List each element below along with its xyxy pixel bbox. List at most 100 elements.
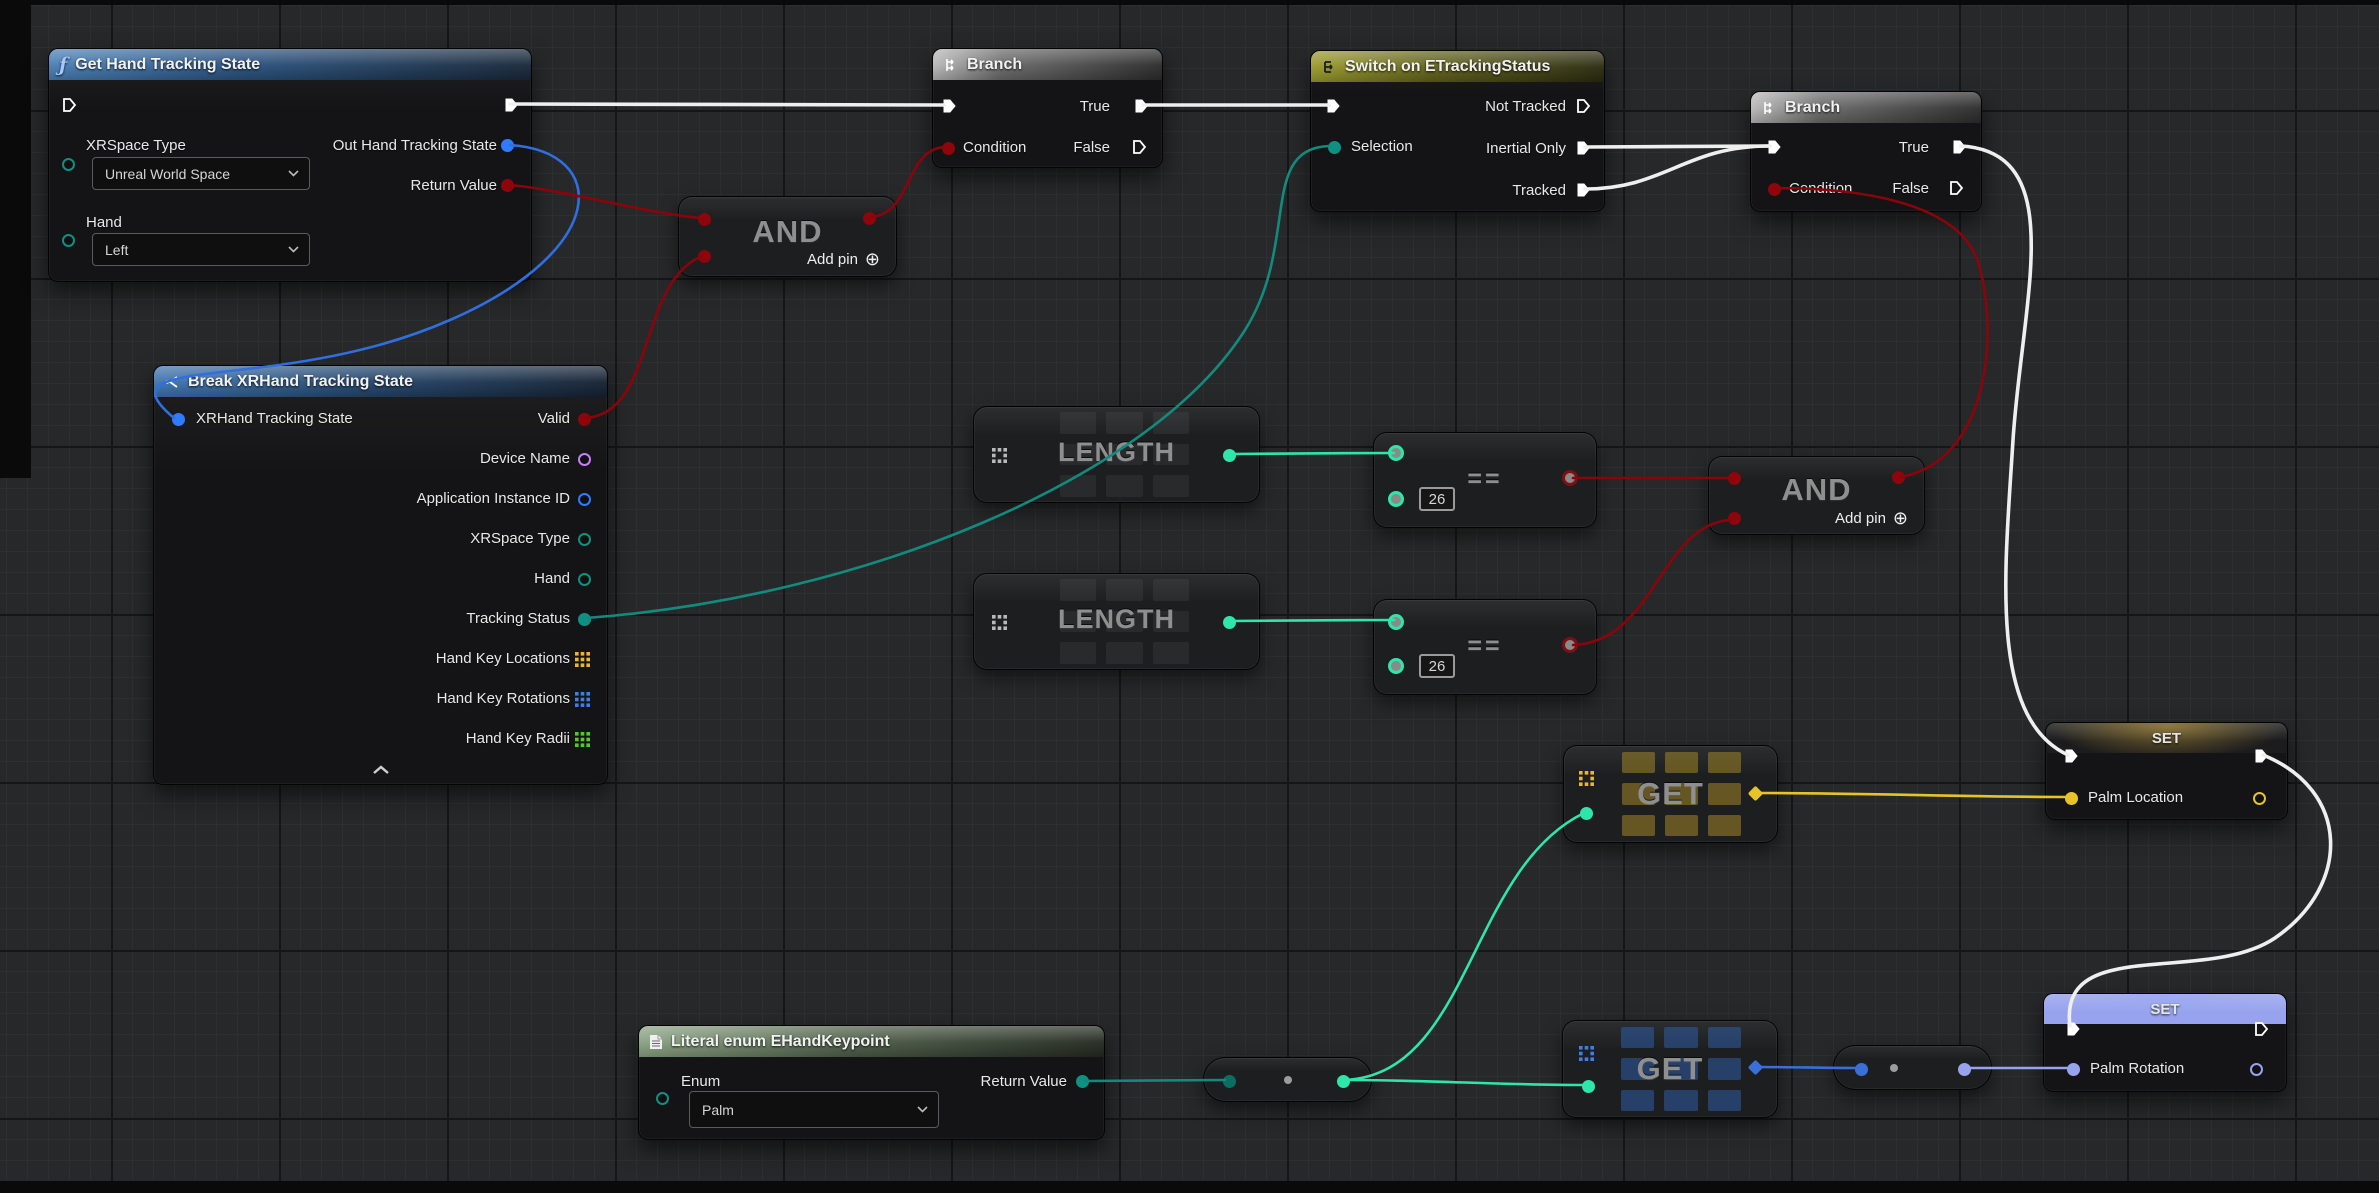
exec-out-pin[interactable]: [2253, 1021, 2269, 1042]
collapse-chevron-icon[interactable]: [372, 762, 390, 780]
condition-pin[interactable]: [942, 142, 955, 155]
palm-rotation-input-pin[interactable]: [2067, 1063, 2080, 1076]
node-conversion-enum-to-byte[interactable]: [1203, 1057, 1372, 1102]
equals-output-pin[interactable]: [1562, 470, 1578, 486]
enum-input-pin[interactable]: [656, 1092, 669, 1105]
and-input-pin-1[interactable]: [1728, 472, 1741, 485]
false-exec-pin[interactable]: [1948, 180, 1964, 201]
exec-in-pin[interactable]: [2065, 1021, 2081, 1042]
node-length-1[interactable]: LENGTH: [973, 406, 1260, 503]
xrspace-type-dropdown[interactable]: Unreal World Space: [92, 157, 310, 190]
return-value-pin[interactable]: [501, 179, 514, 192]
selection-pin[interactable]: [1328, 141, 1341, 154]
hand-dropdown[interactable]: Left: [92, 233, 310, 266]
graph-edge-left: [0, 0, 31, 478]
hand-key-radii-array-pin[interactable]: [575, 732, 590, 752]
node-header[interactable]: Branch: [933, 49, 1162, 80]
exec-in-pin[interactable]: [1766, 139, 1782, 160]
exec-in-pin[interactable]: [1325, 98, 1341, 119]
node-equals-1[interactable]: == 26: [1373, 432, 1597, 528]
conversion-input-pin[interactable]: [1223, 1075, 1236, 1088]
valid-pin[interactable]: [578, 413, 591, 426]
exec-out-pin[interactable]: [503, 97, 519, 118]
xrspace-type-value: Unreal World Space: [105, 166, 230, 182]
inertial-only-exec-pin[interactable]: [1575, 140, 1591, 161]
wire-and2-to-branch2-condition: [1776, 188, 1988, 477]
false-exec-pin[interactable]: [1131, 139, 1147, 160]
enum-dropdown[interactable]: Palm: [689, 1091, 939, 1128]
and-input-pin-2[interactable]: [1728, 512, 1741, 525]
and-input-pin-1[interactable]: [698, 213, 711, 226]
tracking-status-pin[interactable]: [578, 613, 591, 626]
exec-in-pin[interactable]: [61, 97, 77, 118]
hand-pin[interactable]: [62, 234, 75, 247]
equals-output-pin[interactable]: [1562, 637, 1578, 653]
node-equals-2[interactable]: == 26: [1373, 599, 1597, 695]
exec-in-pin[interactable]: [941, 98, 957, 119]
hand-out-pin[interactable]: [578, 573, 591, 586]
palm-rotation-output-pin[interactable]: [2250, 1063, 2263, 1076]
xrspace-type-out-pin[interactable]: [578, 533, 591, 546]
condition-pin[interactable]: [1768, 183, 1781, 196]
node-break-xrhand-tracking-state[interactable]: Break XRHand Tracking State XRHand Track…: [153, 365, 608, 785]
and-output-pin[interactable]: [863, 212, 876, 225]
exec-out-pin[interactable]: [2253, 748, 2269, 769]
node-header[interactable]: Literal enum EHandKeypoint: [639, 1026, 1104, 1057]
equals-input-pin-b[interactable]: [1388, 658, 1404, 674]
and-input-pin-2[interactable]: [698, 250, 711, 263]
node-and-2[interactable]: AND Add pin ⊕: [1708, 456, 1925, 535]
conversion-output-pin[interactable]: [1337, 1075, 1350, 1088]
blueprint-graph-canvas[interactable]: ƒ Get Hand Tracking State XRSpace Type U…: [0, 0, 2379, 1193]
equals-input-pin-b[interactable]: [1388, 491, 1404, 507]
hand-key-rotations-array-pin[interactable]: [575, 692, 590, 712]
and-output-pin[interactable]: [1892, 471, 1905, 484]
node-header[interactable]: Switch on ETrackingStatus: [1311, 51, 1604, 82]
node-switch-etrackingstatus[interactable]: Switch on ETrackingStatus Selection Not …: [1310, 50, 1605, 212]
pin-label-application-instance-id: Application Instance ID: [417, 490, 570, 507]
node-set-palm-location[interactable]: SET Palm Location: [2045, 722, 2288, 820]
node-conversion-quat-to-rotator[interactable]: [1833, 1045, 1992, 1090]
case-label-inertial-only: Inertial Only: [1486, 140, 1566, 157]
pin-label-xrhand-tracking-state: XRHand Tracking State: [196, 410, 353, 427]
node-get-hand-tracking-state[interactable]: ƒ Get Hand Tracking State XRSpace Type U…: [48, 48, 532, 282]
node-set-palm-rotation[interactable]: SET Palm Rotation: [2043, 993, 2287, 1092]
conversion-input-pin[interactable]: [1855, 1063, 1868, 1076]
pin-label-palm-location: Palm Location: [2088, 789, 2183, 806]
xrspace-type-pin[interactable]: [62, 158, 75, 171]
tracked-exec-pin[interactable]: [1575, 182, 1591, 203]
not-tracked-exec-pin[interactable]: [1575, 98, 1591, 119]
branch-icon: [1761, 100, 1777, 116]
exec-in-pin[interactable]: [2063, 748, 2079, 769]
node-length-2[interactable]: LENGTH: [973, 573, 1260, 670]
equals-input-pin-a[interactable]: [1388, 445, 1404, 461]
device-name-pin[interactable]: [578, 453, 591, 466]
node-and-1[interactable]: AND Add pin ⊕: [678, 196, 897, 277]
node-title: Break XRHand Tracking State: [188, 373, 413, 391]
true-exec-pin[interactable]: [1951, 139, 1967, 160]
equals-input-pin-a[interactable]: [1388, 614, 1404, 630]
palm-location-output-pin[interactable]: [2253, 792, 2266, 805]
equals-b-value: 26: [1429, 491, 1446, 508]
node-header[interactable]: Break XRHand Tracking State: [154, 366, 607, 397]
node-branch-1[interactable]: Branch True Condition False: [932, 48, 1163, 168]
chevron-down-icon: [917, 1106, 928, 1113]
node-header[interactable]: Branch: [1751, 92, 1981, 123]
conversion-output-pin[interactable]: [1958, 1063, 1971, 1076]
node-get-2[interactable]: GET: [1562, 1020, 1778, 1118]
set-title: SET: [2046, 730, 2287, 747]
node-header[interactable]: ƒ Get Hand Tracking State: [49, 49, 531, 80]
node-literal-enum-ehandkeypoint[interactable]: Literal enum EHandKeypoint Enum Palm Ret…: [638, 1025, 1105, 1140]
application-instance-id-pin[interactable]: [578, 493, 591, 506]
palm-location-input-pin[interactable]: [2065, 792, 2078, 805]
return-value-pin[interactable]: [1076, 1075, 1089, 1088]
node-branch-2[interactable]: Branch True Condition False: [1750, 91, 1982, 212]
true-exec-pin[interactable]: [1133, 98, 1149, 119]
equals-b-value-box[interactable]: 26: [1419, 654, 1455, 678]
equals-b-value-box[interactable]: 26: [1419, 487, 1455, 511]
xrhand-tracking-state-pin[interactable]: [172, 413, 185, 426]
out-hand-tracking-state-pin[interactable]: [501, 139, 514, 152]
add-pin-button[interactable]: Add pin ⊕: [1835, 509, 1908, 527]
add-pin-button[interactable]: Add pin ⊕: [807, 250, 880, 268]
hand-key-locations-array-pin[interactable]: [575, 652, 590, 672]
node-get-1[interactable]: GET: [1563, 745, 1778, 843]
